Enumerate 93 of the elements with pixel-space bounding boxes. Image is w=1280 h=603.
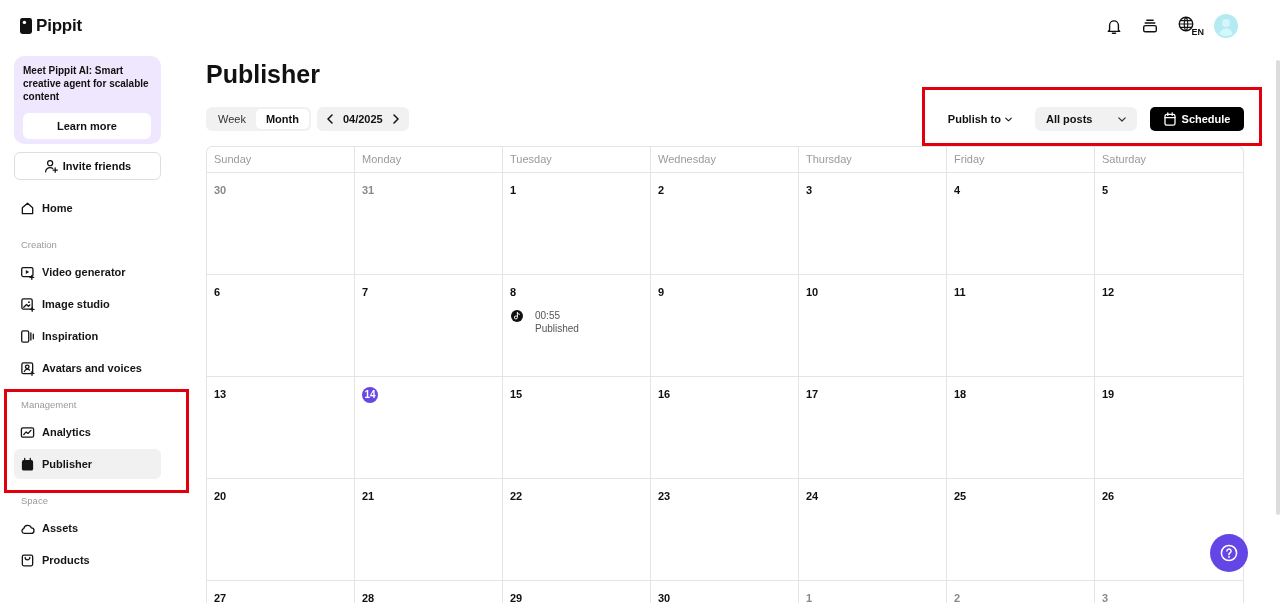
section-label: Creation bbox=[20, 238, 58, 252]
chart-icon bbox=[20, 424, 35, 440]
weekday-label: Friday bbox=[947, 147, 1095, 173]
help-icon bbox=[1220, 544, 1238, 562]
day-number: 1 bbox=[806, 591, 813, 603]
day-number: 4 bbox=[954, 183, 961, 197]
day-number: 11 bbox=[954, 285, 966, 299]
invite-friends-button[interactable]: Invite friends bbox=[14, 152, 161, 180]
person-plus-icon bbox=[43, 159, 58, 173]
sidebar-item[interactable]: Avatars and voices bbox=[14, 353, 161, 383]
section-label: Space bbox=[20, 494, 49, 508]
day-number: 15 bbox=[510, 387, 523, 401]
language-button[interactable]: EN bbox=[1178, 15, 1204, 37]
music-note-icon bbox=[511, 310, 523, 322]
day-number: 22 bbox=[510, 489, 523, 503]
help-button[interactable] bbox=[1210, 534, 1248, 572]
weekday-label: Sunday bbox=[207, 147, 355, 173]
day-number: 12 bbox=[1102, 285, 1115, 299]
sidebar-item[interactable]: Home bbox=[14, 193, 161, 223]
layers-button[interactable] bbox=[1142, 19, 1159, 33]
day-number: 1 bbox=[510, 183, 517, 197]
day-number: 18 bbox=[954, 387, 967, 401]
brand-name: Pippit bbox=[36, 16, 82, 36]
layers-icon bbox=[1142, 19, 1159, 33]
learn-more-button[interactable]: Learn more bbox=[23, 113, 151, 139]
sidebar-item[interactable]: Assets bbox=[14, 513, 161, 543]
day-number: 31 bbox=[362, 183, 375, 197]
day-number: 21 bbox=[362, 489, 375, 503]
calendar-icon bbox=[1163, 112, 1176, 126]
view-tab[interactable]: Week bbox=[208, 109, 256, 129]
publish-to-button[interactable]: Publish to bbox=[935, 107, 1024, 131]
sidebar-item[interactable]: Inspiration bbox=[14, 321, 161, 351]
sidebar-item[interactable]: Video generator bbox=[14, 257, 161, 287]
weekday-label: Wednesday bbox=[651, 147, 799, 173]
day-number: 5 bbox=[1102, 183, 1109, 197]
weekday-label: Monday bbox=[355, 147, 503, 173]
previous-month-button[interactable] bbox=[326, 114, 333, 124]
view-tab[interactable]: Month bbox=[255, 109, 309, 129]
weekday-label: Tuesday bbox=[503, 147, 651, 173]
image-icon bbox=[20, 296, 35, 312]
day-number: 2 bbox=[658, 183, 665, 197]
day-number: 19 bbox=[1102, 387, 1115, 401]
chevron-down-icon bbox=[1005, 116, 1012, 122]
day-number: 7 bbox=[362, 285, 369, 299]
day-number: 30 bbox=[214, 183, 227, 197]
day-number: 13 bbox=[214, 387, 227, 401]
today-marker: 14 bbox=[362, 387, 378, 403]
day-number: 2 bbox=[954, 591, 961, 603]
period-label: 04/2025 bbox=[342, 113, 383, 125]
event-status: Published bbox=[535, 322, 579, 335]
day-number: 25 bbox=[954, 489, 967, 503]
day-number: 30 bbox=[658, 591, 671, 603]
day-number: 28 bbox=[362, 591, 375, 603]
promo-text: Meet Pippit AI: Smart creative agent for scalable content bbox=[23, 64, 150, 103]
day-number: 26 bbox=[1102, 489, 1115, 503]
sidebar-item[interactable]: Image studio bbox=[14, 289, 161, 319]
day-number: 9 bbox=[658, 285, 665, 299]
chevron-left-icon bbox=[326, 114, 333, 124]
person-frame-icon bbox=[20, 360, 35, 376]
sidebar-item[interactable]: Products bbox=[14, 545, 161, 575]
weekday-label: Thursday bbox=[799, 147, 947, 173]
day-number: 3 bbox=[1102, 591, 1109, 603]
schedule-button[interactable]: Schedule bbox=[1150, 107, 1244, 131]
event-time: 00:55 bbox=[535, 309, 562, 322]
calendar-icon bbox=[20, 456, 35, 472]
next-month-button[interactable] bbox=[392, 114, 399, 124]
day-number: 3 bbox=[806, 183, 813, 197]
bell-icon bbox=[1106, 17, 1123, 35]
day-number: 29 bbox=[510, 591, 523, 603]
day-number: 6 bbox=[214, 285, 221, 299]
day-number: 27 bbox=[214, 591, 227, 603]
logo-icon bbox=[20, 18, 32, 34]
box-icon bbox=[20, 552, 35, 568]
home-icon bbox=[20, 200, 35, 216]
sidebar-item[interactable]: Publisher bbox=[14, 449, 161, 479]
posts-filter-dropdown[interactable]: All posts bbox=[1035, 107, 1137, 131]
day-number: 17 bbox=[806, 387, 819, 401]
section-label: Management bbox=[20, 398, 78, 412]
day-number: 8 bbox=[510, 285, 517, 299]
scrollbar[interactable] bbox=[1276, 60, 1280, 515]
chevron-down-icon bbox=[1118, 116, 1126, 122]
day-number: 16 bbox=[658, 387, 671, 401]
day-number: 10 bbox=[806, 285, 819, 299]
portrait-cards-icon bbox=[20, 328, 35, 344]
video-play-icon bbox=[20, 264, 35, 280]
notifications-button[interactable] bbox=[1106, 17, 1123, 35]
page-title: Publisher bbox=[206, 60, 321, 88]
weekday-label: Saturday bbox=[1095, 147, 1243, 173]
chevron-right-icon bbox=[392, 114, 399, 124]
sidebar-item[interactable]: Analytics bbox=[14, 417, 161, 447]
day-number: 24 bbox=[806, 489, 819, 503]
day-number: 23 bbox=[658, 489, 671, 503]
day-number: 20 bbox=[214, 489, 227, 503]
